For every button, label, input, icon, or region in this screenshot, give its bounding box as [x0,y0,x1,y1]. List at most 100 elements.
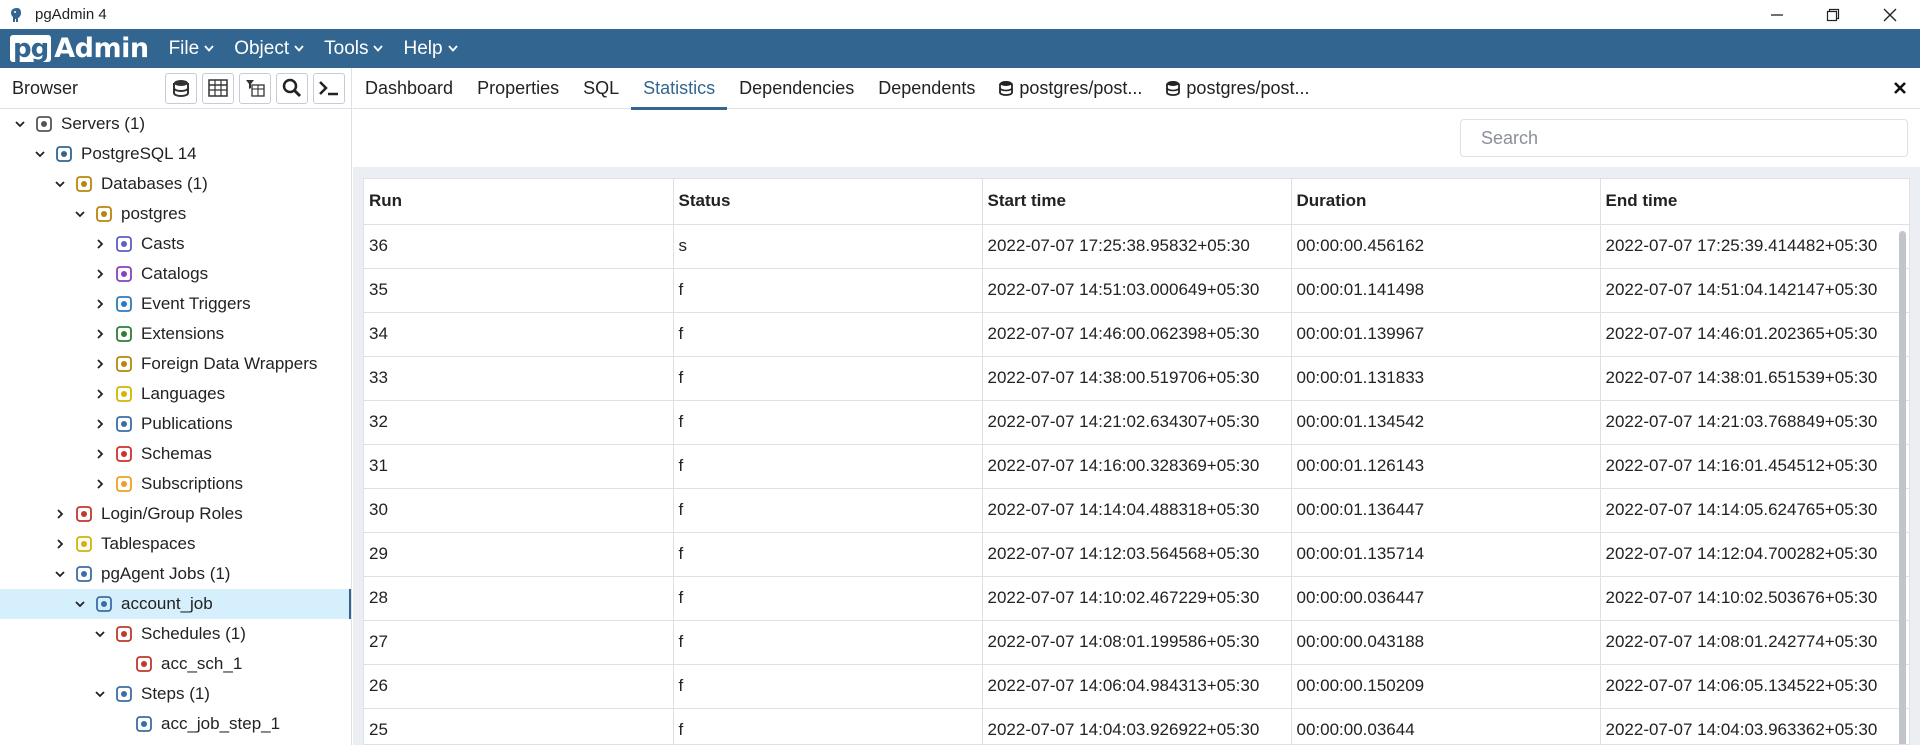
tree-node[interactable]: Casts [0,229,351,259]
chevron-right-icon[interactable] [52,536,68,552]
chevron-down-icon[interactable] [92,626,108,642]
table-row[interactable]: 30 f 2022-07-07 14:14:04.488318+05:30 00:00… [364,488,1909,533]
chevron-down-icon[interactable] [32,146,48,162]
query-tool-button[interactable] [165,72,197,104]
tree-node[interactable]: account_job [0,589,351,619]
table-row[interactable]: 36 s 2022-07-07 17:25:38.95832+05:30 00:00:… [364,224,1909,269]
table-cell: 2022-07-07 14:21:03.768849+05:30 [1600,400,1909,445]
menu-help[interactable]: Help [403,38,458,60]
tree-node[interactable]: Languages [0,379,351,409]
tab-properties[interactable]: Properties [465,68,571,109]
table-cell: 2022-07-07 14:38:01.651539+05:30 [1600,356,1909,401]
menu-object[interactable]: Object [234,38,304,60]
elephant-icon [54,144,74,164]
tree-node-label: Schemas [141,444,212,463]
psql-tool-button[interactable] [313,72,345,104]
chevron-right-icon[interactable] [92,326,108,342]
chevron-right-icon[interactable] [92,446,108,462]
chevron-right-icon[interactable] [92,416,108,432]
column-header-duration[interactable]: Duration [1291,179,1601,225]
search-input[interactable] [1460,119,1908,157]
tab-query-tool-1[interactable]: postgres/post... [987,68,1154,109]
table-cell: 2022-07-07 14:08:01.199586+05:30 [982,620,1292,665]
tree-node[interactable]: acc_job_step_1 [0,709,351,739]
close-icon[interactable] [1890,78,1910,98]
tab-statistics[interactable]: Statistics [631,68,728,110]
tree-node-label: Publications [141,414,233,433]
chevron-right-icon[interactable] [92,386,108,402]
table-cell: 2022-07-07 14:38:00.519706+05:30 [982,356,1292,401]
tree-node[interactable]: Extensions [0,319,351,349]
tree-node-label: Schedules (1) [141,624,246,643]
filtered-rows-button[interactable] [239,72,271,104]
column-header-start-time[interactable]: Start time [982,179,1292,225]
table-cell: 2022-07-07 14:06:04.984313+05:30 [982,664,1292,709]
tree-node[interactable]: Steps (1) [0,679,351,709]
tab-dependencies[interactable]: Dependencies [727,68,866,109]
tree-node[interactable]: pgAgent Jobs (1) [0,559,351,589]
table-row[interactable]: 31 f 2022-07-07 14:16:00.328369+05:30 00:00… [364,444,1909,489]
tree-node-label: Catalogs [141,264,209,283]
tree-node[interactable]: PostgreSQL 14 [0,139,351,169]
tab-dependents[interactable]: Dependents [866,68,987,109]
close-window-button[interactable] [1867,0,1913,29]
tree-node[interactable]: Schemas [0,439,351,469]
tab-query-tool-2[interactable]: postgres/post... [1154,68,1321,109]
tree-node[interactable]: Tablespaces [0,529,351,559]
tree-node[interactable]: Subscriptions [0,469,351,499]
tab-dashboard[interactable]: Dashboard [353,68,465,109]
chevron-right-icon[interactable] [92,356,108,372]
chevron-down-icon[interactable] [52,176,68,192]
search-objects-button[interactable] [276,72,308,104]
table-cell: 00:00:01.131833 [1291,356,1601,401]
tree-node[interactable]: Servers (1) [0,109,351,139]
chevron-down-icon[interactable] [52,566,68,582]
chevron-right-icon[interactable] [92,296,108,312]
roles-icon [74,504,94,524]
chevron-down-icon[interactable] [72,596,88,612]
browser-header: Browser [0,68,351,109]
menu-tools[interactable]: Tools [324,38,384,60]
tab-sql[interactable]: SQL [571,68,631,109]
table-row[interactable]: 27 f 2022-07-07 14:08:01.199586+05:30 00:00… [364,620,1909,665]
table-cell: 00:00:01.141498 [1291,268,1601,313]
table-cell: 2022-07-07 14:21:02.634307+05:30 [982,400,1292,445]
table-cell: f [673,664,983,709]
maximize-button[interactable] [1810,0,1856,29]
window-title: pgAdmin 4 [35,6,107,23]
table-cell: 36 [364,224,674,269]
menu-file[interactable]: File [169,38,215,60]
column-header-end-time[interactable]: End time [1600,179,1909,225]
table-row[interactable]: 32 f 2022-07-07 14:21:02.634307+05:30 00:00… [364,400,1909,445]
tree-node[interactable]: Schedules (1) [0,619,351,649]
column-header-status[interactable]: Status [673,179,983,225]
tree-node[interactable]: Foreign Data Wrappers [0,349,351,379]
table-row[interactable]: 26 f 2022-07-07 14:06:04.984313+05:30 00:00… [364,664,1909,709]
table-row[interactable]: 28 f 2022-07-07 14:10:02.467229+05:30 00:00… [364,576,1909,621]
chevron-down-icon[interactable] [92,686,108,702]
tree-node[interactable]: postgres [0,199,351,229]
chevron-down-icon [373,44,384,54]
view-data-button[interactable] [202,72,234,104]
chevron-right-icon[interactable] [92,236,108,252]
tree-node[interactable]: acc_sch_1 [0,649,351,679]
tree-node[interactable]: Event Triggers [0,289,351,319]
chevron-right-icon[interactable] [92,476,108,492]
table-row[interactable]: 33 f 2022-07-07 14:38:00.519706+05:30 00:00… [364,356,1909,401]
table-row[interactable]: 25 f 2022-07-07 14:04:03.926922+05:30 00:00… [364,708,1909,744]
tree-node[interactable]: Databases (1) [0,169,351,199]
table-row[interactable]: 29 f 2022-07-07 14:12:03.564568+05:30 00:00… [364,532,1909,577]
table-row[interactable]: 35 f 2022-07-07 14:51:03.000649+05:30 00:00… [364,268,1909,313]
column-header-run[interactable]: Run [364,179,674,225]
table-cell: 2022-07-07 14:08:01.242774+05:30 [1600,620,1909,665]
tree-node[interactable]: Catalogs [0,259,351,289]
scrollbar-thumb[interactable] [1899,231,1906,744]
minimize-button[interactable] [1754,0,1800,29]
tree-node[interactable]: Login/Group Roles [0,499,351,529]
chevron-right-icon[interactable] [52,506,68,522]
chevron-right-icon[interactable] [92,266,108,282]
table-row[interactable]: 34 f 2022-07-07 14:46:00.062398+05:30 00:00… [364,312,1909,357]
tree-node[interactable]: Publications [0,409,351,439]
chevron-down-icon[interactable] [72,206,88,222]
chevron-down-icon[interactable] [12,116,28,132]
